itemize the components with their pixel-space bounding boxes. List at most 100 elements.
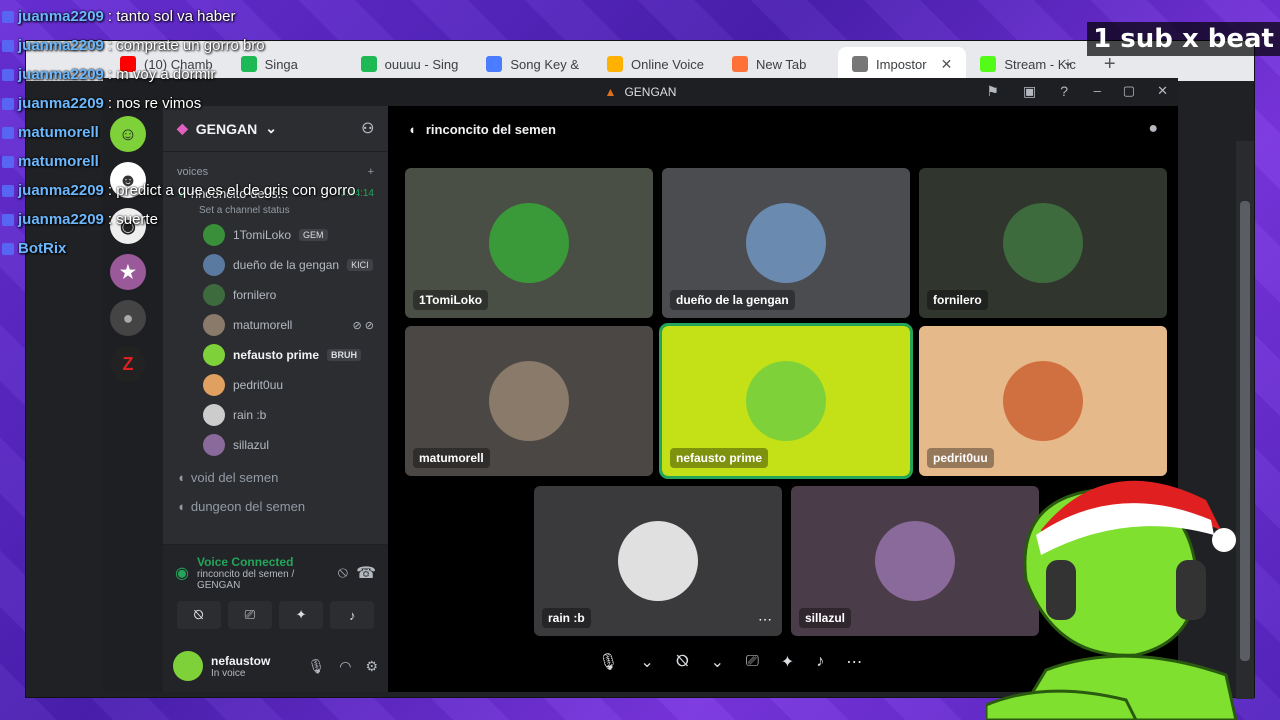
soundboard-button[interactable]: ♪ <box>330 601 375 629</box>
member-avatar <box>203 314 225 336</box>
member-avatar <box>203 374 225 396</box>
tab-label: Song Key & <box>510 56 580 72</box>
participant-tile[interactable]: fornilero <box>919 168 1167 318</box>
participant-tile[interactable]: 1TomiLoko <box>405 168 653 318</box>
screen-share-button[interactable]: ⎚ <box>227 601 272 629</box>
server-icon-6[interactable]: Z <box>110 346 146 382</box>
chat-text: : comprate un gorro bro <box>107 37 265 54</box>
participant-name: sillazul <box>799 608 852 628</box>
participant-tile[interactable]: nefausto prime <box>659 323 913 479</box>
channel-name: void del semen <box>190 470 279 485</box>
tab-close-icon[interactable]: ✕ <box>941 56 953 73</box>
tab-search-menu[interactable]: ⌄ <box>1062 53 1074 70</box>
chat-text: : nos re vimos <box>107 95 202 112</box>
chat-message: matumorell <box>2 147 422 176</box>
camera-button[interactable]: ⦰ <box>176 601 221 629</box>
call-screen-share-icon[interactable]: ⎚ <box>746 653 759 671</box>
chat-message: juanma2209: m voy a dormir <box>2 60 422 89</box>
chat-message-text: tanto sol va haber <box>116 8 236 25</box>
more-options-icon[interactable]: ⋯ <box>758 611 772 628</box>
voice-member[interactable]: sillazul <box>163 430 388 460</box>
tab-favicon-icon <box>852 56 869 72</box>
noise-suppression-icon[interactable]: ⦸ <box>338 564 348 582</box>
user-avatar[interactable] <box>173 651 203 681</box>
call-soundboard-icon[interactable]: ♪ <box>816 653 824 671</box>
browser-tab[interactable]: Impostor ✕ <box>838 47 967 81</box>
voice-member[interactable]: fornilero <box>163 280 388 310</box>
member-avatar <box>203 284 225 306</box>
chat-username: juanma2209 <box>18 37 104 54</box>
voice-member[interactable]: rain :b <box>163 400 388 430</box>
call-camera-icon[interactable]: ⦰ <box>676 653 689 671</box>
stream-chat-overlay: juanma2209: tanto sol va haber juanma2209… <box>2 2 422 263</box>
sub-label: 1 sub x beat <box>1087 22 1280 56</box>
kick-badge-icon <box>2 10 14 23</box>
speaker-icon: ◖ <box>177 499 185 514</box>
voice-channel-path[interactable]: rinconcito del semen / GENGAN <box>197 569 330 591</box>
chat-message-text: suerte <box>116 211 158 228</box>
member-name: pedrit0uu <box>233 378 284 392</box>
chat-text: : predict a que es el de gris con gorro <box>107 182 356 199</box>
chevron-down-icon[interactable]: ⌄ <box>711 652 724 672</box>
chat-text: : m voy a dormir <box>107 66 216 83</box>
participant-name: pedrit0uu <box>927 448 994 468</box>
participant-avatar <box>1003 203 1083 283</box>
tab-label: New Tab <box>756 56 807 72</box>
participant-name: fornilero <box>927 290 988 310</box>
member-avatar <box>203 344 225 366</box>
disconnect-icon[interactable]: ☎ <box>356 563 376 583</box>
tab-favicon-icon <box>486 56 503 72</box>
help-icon[interactable]: ? <box>1060 83 1068 100</box>
browser-tab[interactable]: New Tab <box>718 47 838 81</box>
participant-tile[interactable]: rain :b ⋯ <box>534 486 782 636</box>
chat-message: juanma2209: tanto sol va haber <box>2 2 422 31</box>
member-name: rain :b <box>233 408 267 422</box>
voice-member[interactable]: nefausto prime BRUH <box>163 340 388 370</box>
chat-text: : tanto sol va haber <box>107 8 236 25</box>
chat-message-text: nos re vimos <box>116 95 202 112</box>
call-more-icon[interactable]: ⋯ <box>846 652 862 672</box>
kick-badge-icon <box>2 184 14 197</box>
participant-tile[interactable]: matumorell <box>405 326 653 476</box>
participant-name: dueño de la gengan <box>670 290 795 310</box>
tab-label: Online Voice <box>631 56 705 72</box>
minimize-button[interactable]: – <box>1094 83 1101 99</box>
user-status: In voice <box>211 667 246 679</box>
voice-channel[interactable]: ◖ void del semen <box>163 460 388 489</box>
participant-avatar <box>618 521 698 601</box>
chat-username: juanma2209 <box>18 66 104 83</box>
inbox-icon[interactable]: ⚑ <box>986 83 999 100</box>
voice-header: ◖ rinconcito del semen ● <box>388 106 1178 152</box>
activity-button[interactable]: ✦ <box>279 601 324 629</box>
close-button[interactable]: ✕ <box>1157 83 1168 99</box>
voice-connected-label[interactable]: Voice Connected <box>197 555 330 569</box>
settings-gear-icon[interactable]: ⚙ <box>365 658 378 675</box>
microphone-icon[interactable]: 🎙︎ <box>307 658 325 675</box>
voice-channel[interactable]: ◖ dungeon del semen <box>163 489 388 518</box>
chat-message: juanma2209: predict a que es el de gris … <box>2 176 422 205</box>
streamer-character-image <box>986 480 1238 720</box>
maximize-button[interactable]: ▢ <box>1123 83 1135 99</box>
chat-username: juanma2209 <box>18 95 104 112</box>
browser-tab[interactable]: Song Key & <box>472 47 593 81</box>
voice-member[interactable]: pedrit0uu <box>163 370 388 400</box>
tab-label: Impostor <box>876 56 927 72</box>
tab-favicon-icon <box>980 56 997 72</box>
chat-message: juanma2209: suerte <box>2 205 422 234</box>
headphones-icon[interactable]: ◠ <box>339 658 351 675</box>
call-microphone-icon[interactable]: 🎙︎ <box>598 652 618 672</box>
call-activity-icon[interactable]: ✦ <box>781 652 794 672</box>
browser-tab[interactable]: Online Voice <box>593 47 718 81</box>
chevron-down-icon[interactable]: ⌄ <box>640 652 653 672</box>
monitor-icon[interactable]: ▣ <box>1023 83 1036 100</box>
chat-username: juanma2209 <box>18 8 104 25</box>
participant-tile[interactable]: dueño de la gengan <box>662 168 910 318</box>
signal-icon: ◉ <box>175 565 189 582</box>
chat-bubble-icon[interactable]: ● <box>1148 120 1158 138</box>
server-icon-5[interactable]: ● <box>110 300 146 336</box>
kick-badge-icon <box>2 155 14 168</box>
chat-text: : suerte <box>107 211 158 228</box>
kick-badge-icon <box>2 97 14 110</box>
voice-member[interactable]: matumorell ⊘ ⊘ <box>163 310 388 340</box>
member-name: fornilero <box>233 288 277 302</box>
